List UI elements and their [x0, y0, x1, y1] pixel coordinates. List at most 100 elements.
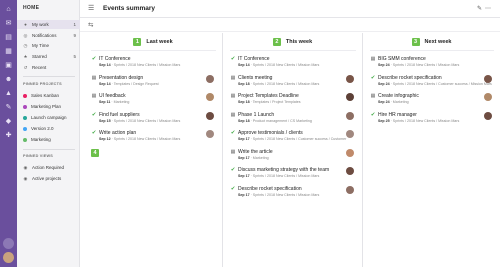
avatar[interactable]	[484, 111, 492, 120]
task-item[interactable]: ✔ Find fuel suppliers Sep 15 · Sprints / 2…	[84, 111, 222, 129]
task-icon[interactable]: ▦	[91, 93, 97, 99]
check-icon[interactable]: ✔	[91, 130, 97, 136]
task-item[interactable]: ✔ Describe rocket specification Sep 17 · S…	[223, 185, 362, 203]
task-item[interactable]: ▦ Presentation design Sep 14 · Templates /…	[84, 74, 222, 92]
column-title: Last week	[146, 38, 173, 45]
board-icon[interactable]: ▦	[4, 48, 13, 56]
task-icon[interactable]: ▦	[230, 112, 236, 118]
task-item[interactable]: ▦ UI feedback Sep 11 · Marketing	[84, 92, 222, 110]
avatar[interactable]	[206, 130, 214, 138]
task-title[interactable]: Describe rocket specification	[378, 75, 442, 81]
task-item[interactable]: ▦ Project Templates Deadline Sep 18 · Temp…	[223, 92, 362, 110]
avatar[interactable]	[484, 93, 492, 101]
task-meta: Sep 24 · Sprints / 2018 New Clients / Cu…	[378, 81, 492, 86]
sidebar-item-sales-kanban[interactable]: Sales Kanban	[17, 91, 80, 100]
avatar[interactable]	[346, 93, 354, 101]
sidebar-item-label: Active projects	[32, 176, 62, 181]
sidebar-item-notifications[interactable]: ◎ Notifications 9	[17, 31, 80, 40]
avatar[interactable]	[346, 130, 354, 138]
inbox-icon[interactable]: ✉	[4, 20, 13, 28]
sidebar-item-active-projects[interactable]: ◉ Active projects	[17, 174, 80, 183]
task-item[interactable]: ✔ Approve testimonials / clients Sep 17 · …	[223, 129, 362, 147]
projects-icon[interactable]: ▤	[4, 34, 13, 42]
avatar[interactable]	[346, 148, 354, 157]
task-title[interactable]: Write the article	[238, 149, 273, 155]
sidebar-item-version-2[interactable]: Version 2.0	[17, 124, 80, 133]
avatar[interactable]	[206, 111, 214, 120]
check-icon[interactable]: ✔	[230, 167, 236, 173]
task-title[interactable]: BIG SMM conference	[378, 56, 426, 62]
task-title[interactable]: IT Conference	[99, 56, 131, 62]
task-title[interactable]: UI feedback	[99, 93, 126, 99]
avatar[interactable]	[346, 111, 354, 120]
avatar[interactable]	[484, 74, 492, 83]
help-icon[interactable]	[3, 238, 14, 249]
refresh-icon[interactable]: ⇆	[88, 21, 93, 29]
task-item[interactable]: ▦ Phase 1 Launch Sep 18 · Product manageme…	[223, 111, 362, 129]
task-item[interactable]: ✔ Describe rocket specification Sep 24 · S…	[363, 74, 500, 92]
task-title[interactable]: Describe rocket specification	[238, 186, 302, 192]
avatar[interactable]	[346, 167, 354, 175]
task-title[interactable]: Discuss marketing strategy with the team	[238, 167, 329, 173]
edit-icon[interactable]: ✎	[477, 6, 485, 12]
edit-icon[interactable]: ✎	[4, 104, 13, 112]
avatar[interactable]	[3, 252, 14, 263]
calendar-icon[interactable]: ▣	[4, 62, 13, 70]
sidebar-item-recent[interactable]: ↺ Recent	[17, 63, 80, 72]
divider	[230, 50, 356, 51]
task-item[interactable]: ✔ Discuss marketing strategy with the tea…	[223, 166, 362, 184]
task-icon[interactable]: ▦	[230, 149, 236, 155]
check-icon[interactable]: ✔	[230, 56, 236, 62]
add-icon[interactable]: ✚	[4, 132, 13, 140]
check-icon[interactable]: ✔	[230, 186, 236, 192]
avatar[interactable]	[346, 74, 354, 83]
sidebar-item-launch-campaign[interactable]: Launch campaign	[17, 113, 80, 122]
task-title[interactable]: Write action plan	[99, 130, 136, 136]
task-title[interactable]: IT Conference	[238, 56, 270, 62]
task-item[interactable]: ▦ Clients meeting Sep 18 · Sprints / 2018 …	[223, 74, 362, 92]
task-date: Sep 18	[238, 100, 250, 104]
task-icon[interactable]: ▦	[230, 75, 236, 81]
check-icon[interactable]: ✔	[370, 112, 376, 118]
task-item[interactable]: ▦ Write the article Sep 17 · Marketing	[223, 148, 362, 166]
avatar[interactable]	[206, 93, 214, 101]
avatar[interactable]	[346, 185, 354, 194]
task-icon[interactable]: ▦	[370, 93, 376, 99]
task-icon[interactable]: ▦	[91, 75, 97, 81]
task-item[interactable]: ▦ Create infographic Sep 24 · Marketing	[363, 92, 500, 110]
task-item[interactable]: ✔ Write action plan Sep 12 · Sprints / 201…	[84, 129, 222, 147]
chart-icon[interactable]: ▲	[4, 90, 13, 98]
sidebar-item-my-work[interactable]: ● My work 1	[17, 20, 80, 29]
check-icon[interactable]: ✔	[370, 75, 376, 81]
sidebar-item-action-required[interactable]: ◉ Action Required	[17, 163, 80, 172]
task-title[interactable]: Create infographic	[378, 93, 419, 99]
task-path: Marketing	[113, 100, 130, 104]
tag-icon[interactable]: ◆	[4, 118, 13, 126]
task-title[interactable]: Presentation design	[99, 75, 143, 81]
task-icon[interactable]: ▦	[370, 56, 376, 62]
task-item[interactable]: ✔ Hire HR manager Sep 25 · Sprints / 2018 …	[363, 111, 500, 129]
sidebar-item-marketing[interactable]: Marketing	[17, 135, 80, 144]
task-item[interactable]: ▦ BIG SMM conference Sep 24 · Sprints / 20…	[363, 55, 500, 73]
sidebar-item-marketing-plan[interactable]: Marketing Plan	[17, 102, 80, 111]
check-icon[interactable]: ✔	[91, 56, 97, 62]
task-icon[interactable]: ▦	[230, 93, 236, 99]
sidebar-item-starred[interactable]: ★ Starred 5	[17, 52, 80, 61]
more-icon[interactable]: ⋯	[485, 6, 494, 12]
task-title[interactable]: Hire HR manager	[378, 112, 417, 118]
task-title[interactable]: Find fuel suppliers	[99, 112, 140, 118]
task-item[interactable]: ✔ IT Conference Sep 14 · Sprints / 2018 Ne…	[223, 55, 362, 73]
sidebar-item-my-time[interactable]: ◷ My Time	[17, 41, 80, 50]
check-icon[interactable]: ✔	[91, 112, 97, 118]
task-path: Sprints / 2018 New Clients / Mission Mar…	[252, 63, 320, 67]
task-date: Sep 24	[378, 100, 390, 104]
people-icon[interactable]: ☻	[4, 76, 13, 84]
home-icon[interactable]: ⌂	[4, 6, 13, 14]
check-icon[interactable]: ✔	[230, 130, 236, 136]
task-title[interactable]: Phase 1 Launch	[238, 112, 274, 118]
task-title[interactable]: Clients meeting	[238, 75, 272, 81]
task-title[interactable]: Approve testimonials / clients	[238, 130, 303, 136]
avatar[interactable]	[206, 74, 214, 83]
task-title[interactable]: Project Templates Deadline	[238, 93, 299, 99]
task-item[interactable]: ✔ IT Conference Sep 14 · Sprints / 2018 Ne…	[84, 55, 222, 73]
